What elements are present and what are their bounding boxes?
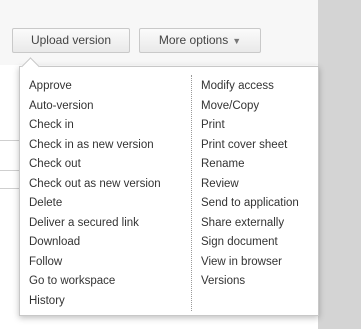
background-divider — [0, 170, 19, 171]
menu-column-divider — [191, 75, 192, 311]
menu-item-share-externally[interactable]: Share externally — [201, 214, 299, 234]
menu-column-right: Modify access Move/Copy Print Print cove… — [201, 77, 299, 292]
right-side-panel — [318, 0, 361, 329]
more-options-button[interactable]: More options ▼ — [139, 28, 261, 53]
menu-item-versions[interactable]: Versions — [201, 272, 299, 292]
menu-item-view-in-browser[interactable]: View in browser — [201, 253, 299, 273]
upload-version-label: Upload version — [30, 33, 112, 47]
menu-item-check-in[interactable]: Check in — [29, 116, 161, 136]
menu-item-modify-access[interactable]: Modify access — [201, 77, 299, 97]
menu-item-check-out-as-new-version[interactable]: Check out as new version — [29, 175, 161, 195]
chevron-down-icon: ▼ — [232, 36, 242, 46]
background-divider — [0, 140, 19, 141]
more-options-label: More options — [158, 33, 229, 47]
menu-item-delete[interactable]: Delete — [29, 194, 161, 214]
background-divider — [0, 188, 19, 189]
menu-item-print[interactable]: Print — [201, 116, 299, 136]
menu-item-print-cover-sheet[interactable]: Print cover sheet — [201, 136, 299, 156]
menu-item-review[interactable]: Review — [201, 175, 299, 195]
more-options-menu: Approve Auto-version Check in Check in a… — [19, 66, 319, 316]
menu-column-left: Approve Auto-version Check in Check in a… — [29, 77, 161, 311]
menu-item-follow[interactable]: Follow — [29, 253, 161, 273]
menu-item-approve[interactable]: Approve — [29, 77, 161, 97]
menu-item-check-in-as-new-version[interactable]: Check in as new version — [29, 136, 161, 156]
menu-item-rename[interactable]: Rename — [201, 155, 299, 175]
menu-item-go-to-workspace[interactable]: Go to workspace — [29, 272, 161, 292]
upload-version-button[interactable]: Upload version — [12, 28, 130, 53]
menu-item-send-to-application[interactable]: Send to application — [201, 194, 299, 214]
menu-item-download[interactable]: Download — [29, 233, 161, 253]
menu-item-check-out[interactable]: Check out — [29, 155, 161, 175]
menu-item-sign-document[interactable]: Sign document — [201, 233, 299, 253]
menu-item-history[interactable]: History — [29, 292, 161, 312]
menu-item-auto-version[interactable]: Auto-version — [29, 97, 161, 117]
menu-item-deliver-secured-link[interactable]: Deliver a secured link — [29, 214, 161, 234]
menu-item-move-copy[interactable]: Move/Copy — [201, 97, 299, 117]
